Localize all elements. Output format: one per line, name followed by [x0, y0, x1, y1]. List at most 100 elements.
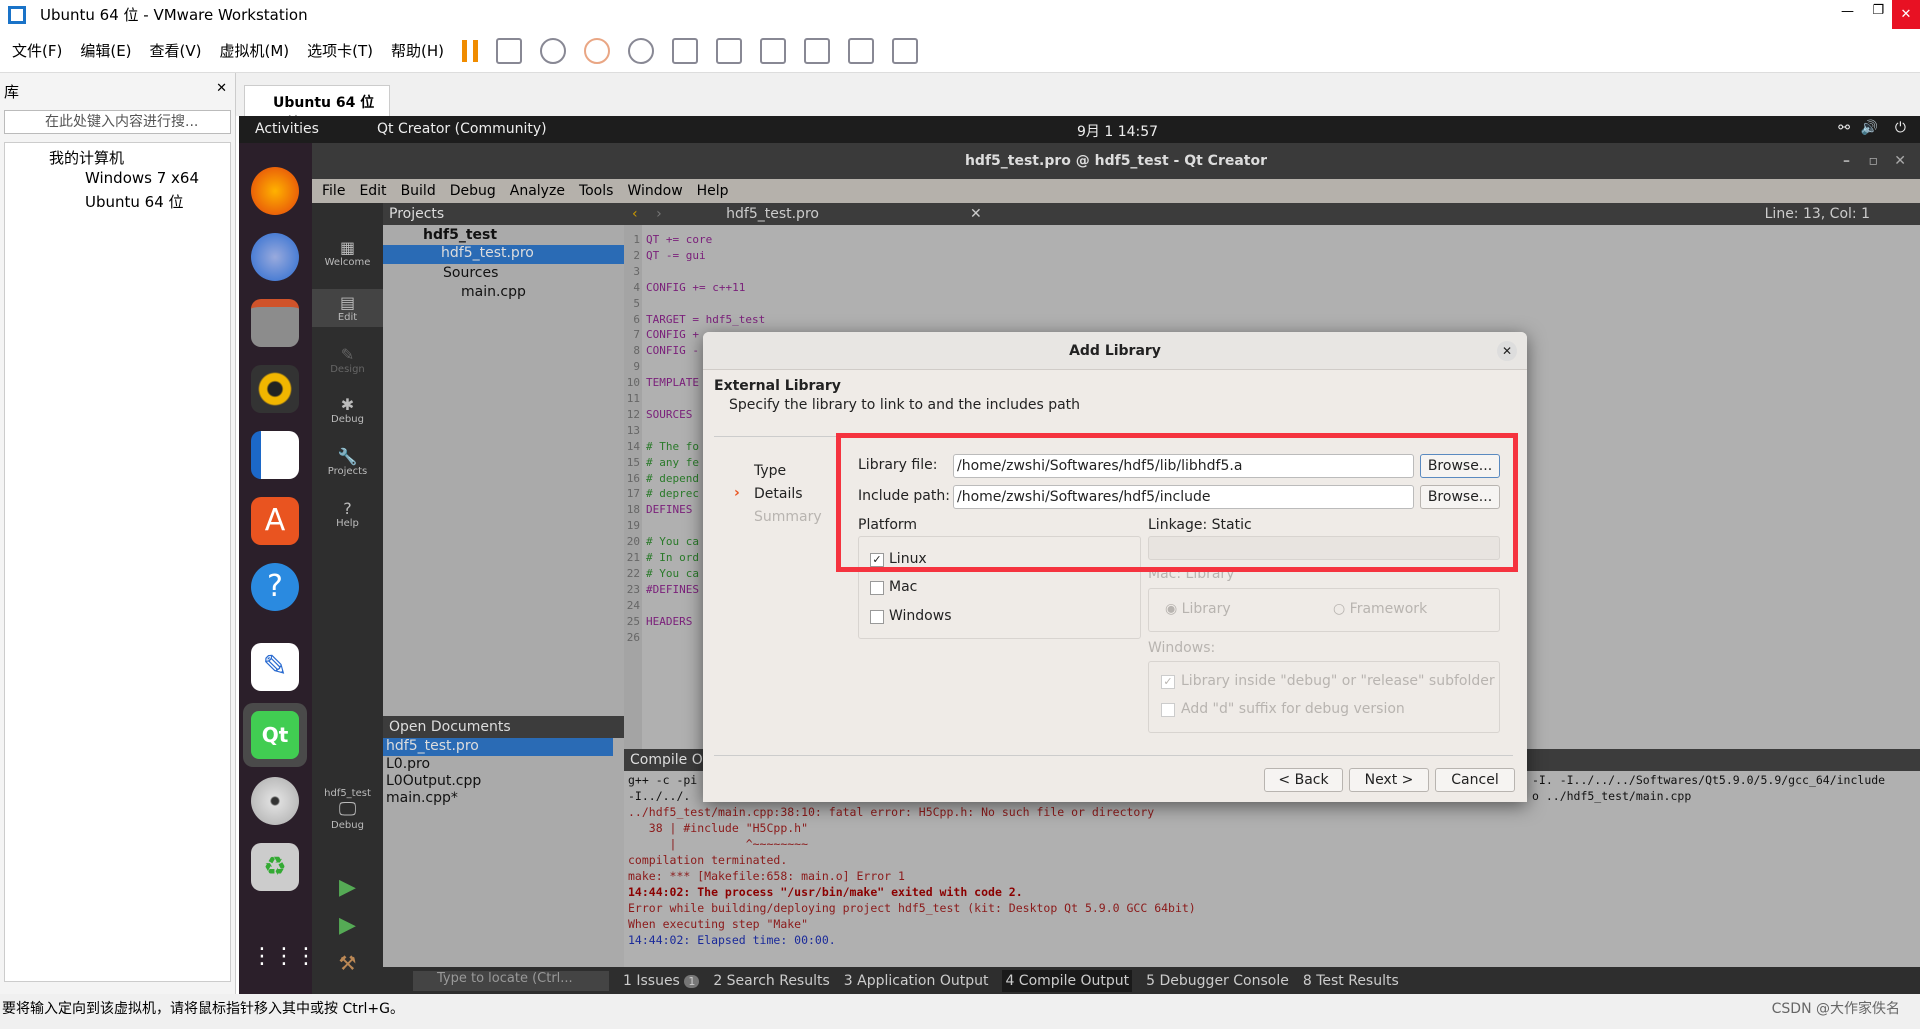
clock[interactable]: 9月 1 14:57 — [1077, 121, 1158, 141]
build-hammer-icon[interactable]: ⚒ — [312, 951, 383, 975]
library-radio[interactable]: ◉ Library — [1165, 601, 1231, 617]
tab-issues[interactable]: 1 Issues 1 — [623, 973, 700, 989]
tab-test-results[interactable]: 8 Test Results — [1303, 973, 1399, 989]
activities-button[interactable]: Activities — [255, 121, 319, 137]
mode-welcome[interactable]: ▦ Welcome — [312, 238, 383, 268]
menu-vm[interactable]: 虚拟机(M) — [220, 40, 290, 61]
tree-main-cpp[interactable]: main.cpp — [461, 284, 526, 300]
tab-compile-output[interactable]: 4 Compile Output — [1002, 969, 1133, 992]
qt-menu-file[interactable]: File — [322, 183, 345, 199]
minimize-button[interactable]: — — [1841, 4, 1854, 19]
console-icon[interactable] — [848, 37, 875, 64]
text-editor-icon[interactable]: ✎ — [251, 643, 299, 691]
tab-debugger-console[interactable]: 5 Debugger Console — [1146, 973, 1289, 989]
mode-help[interactable]: ? Help — [312, 499, 383, 529]
tree-pro-file[interactable]: hdf5_test.pro — [383, 245, 624, 264]
snapshot-manager-icon[interactable] — [628, 37, 655, 64]
debug-run-icon[interactable]: ▶ — [312, 913, 383, 938]
tree-my-computer[interactable]: 我的计算机 — [9, 147, 226, 169]
open-doc[interactable]: hdf5_test.pro — [383, 738, 613, 756]
tab-label: Ubuntu 64 位 — [273, 95, 375, 111]
libreoffice-writer-icon[interactable] — [251, 431, 299, 479]
restore-button[interactable]: ❐ — [1872, 3, 1884, 18]
tree-project[interactable]: hdf5_test — [423, 227, 497, 243]
tree-sources[interactable]: Sources — [443, 265, 498, 281]
power-icon[interactable]: ⏻ — [1895, 120, 1906, 136]
sidebar-toggle-icon[interactable] — [672, 37, 699, 64]
mode-debug[interactable]: ✱ Debug — [312, 395, 383, 425]
line-number: 5 — [633, 296, 640, 310]
mode-projects[interactable]: 🔧 Projects — [312, 447, 383, 477]
debug-subfolder-checkbox[interactable]: ✓ — [1161, 675, 1175, 689]
tab-search-results[interactable]: 2 Search Results — [713, 973, 829, 989]
open-doc[interactable]: main.cpp* — [386, 790, 458, 806]
qt-menu-build[interactable]: Build — [401, 183, 436, 199]
editor-file-name[interactable]: hdf5_test.pro — [726, 206, 819, 222]
tree-ubuntu[interactable]: Ubuntu 64 位 — [9, 191, 226, 213]
qt-close-button[interactable]: ✕ — [1894, 143, 1906, 179]
d-suffix-checkbox[interactable] — [1161, 703, 1175, 717]
qt-menu-window[interactable]: Window — [627, 183, 682, 199]
qt-menu-debug[interactable]: Debug — [450, 183, 496, 199]
windows-checkbox[interactable] — [870, 610, 884, 624]
close-button[interactable]: ✕ — [1892, 0, 1920, 29]
mac-checkbox[interactable] — [870, 581, 884, 595]
menu-view[interactable]: 查看(V) — [150, 40, 202, 61]
rhythmbox-icon[interactable] — [251, 365, 299, 413]
fullscreen-icon[interactable] — [760, 37, 787, 64]
help-icon[interactable]: ? — [251, 563, 299, 611]
code-line: 4 CONFIG += c++11 — [624, 281, 745, 297]
dialog-close-button[interactable]: ✕ — [1497, 341, 1517, 361]
volume-icon[interactable]: 🔊 — [1861, 120, 1878, 136]
app-menu[interactable]: Qt Creator (Community) — [377, 121, 547, 137]
qt-maximize-button[interactable]: ▫ — [1869, 143, 1879, 179]
mode-design[interactable]: ✎ Design — [312, 345, 383, 375]
snapshot-icon[interactable] — [540, 37, 567, 64]
dvd-icon[interactable] — [251, 777, 299, 825]
grid-icon: ▦ — [339, 238, 356, 257]
unity-icon[interactable] — [804, 37, 831, 64]
stretch-icon[interactable] — [892, 37, 919, 64]
locator-input[interactable]: Type to locate (Ctrl... — [413, 970, 609, 991]
output-line: -I. -I../../../Softwares/Qt5.9.0/5.9/gcc… — [1532, 773, 1886, 787]
network-icon[interactable]: ⚯ — [1838, 120, 1850, 136]
qt-menu-tools[interactable]: Tools — [579, 183, 614, 199]
qt-menu-edit[interactable]: Edit — [359, 183, 386, 199]
show-apps-icon[interactable]: ⋮⋮⋮ — [251, 933, 317, 981]
files-icon[interactable] — [251, 299, 299, 347]
library-close-icon[interactable]: ✕ — [216, 81, 227, 96]
next-button[interactable]: Next > — [1349, 768, 1429, 792]
trash-icon[interactable]: ♻ — [251, 843, 299, 891]
mode-edit[interactable]: ▤ Edit — [312, 289, 383, 327]
back-arrow-icon[interactable]: ‹ — [632, 206, 638, 222]
library-search[interactable]: 在此处键入内容进行搜... — [4, 110, 231, 134]
kit-selector[interactable]: hdf5_test 🖵 Debug — [312, 788, 383, 831]
menu-file[interactable]: 文件(F) — [12, 40, 62, 61]
line-number: 23 — [626, 582, 640, 596]
qt-menu-help[interactable]: Help — [697, 183, 729, 199]
qt-minimize-button[interactable]: – — [1843, 143, 1850, 179]
tab-application-output[interactable]: 3 Application Output — [844, 973, 989, 989]
software-icon[interactable]: A — [251, 497, 299, 545]
revert-snapshot-icon[interactable] — [584, 37, 611, 64]
cancel-button[interactable]: Cancel — [1435, 768, 1515, 792]
editor-close-icon[interactable]: ✕ — [970, 203, 982, 225]
menu-help[interactable]: 帮助(H) — [391, 40, 444, 61]
back-button[interactable]: < Back — [1264, 768, 1343, 792]
menu-edit[interactable]: 编辑(E) — [80, 40, 131, 61]
send-ctrl-alt-del-icon[interactable] — [496, 37, 523, 64]
open-doc[interactable]: L0.pro — [386, 756, 430, 772]
menu-tabs[interactable]: 选项卡(T) — [307, 40, 373, 61]
run-icon[interactable]: ▶ — [312, 875, 383, 900]
qt-creator-icon[interactable]: Qt — [243, 703, 307, 767]
thunderbird-icon[interactable] — [251, 233, 299, 281]
tree-windows7[interactable]: Windows 7 x64 — [9, 169, 226, 191]
forward-arrow-icon[interactable]: › — [656, 206, 662, 222]
open-doc[interactable]: L0Output.cpp — [386, 773, 481, 789]
tab-ubuntu[interactable]: Ubuntu 64 位✕ — [244, 85, 390, 128]
firefox-icon[interactable] — [251, 167, 299, 215]
qt-menu-analyze[interactable]: Analyze — [510, 183, 565, 199]
framework-radio[interactable]: ○ Framework — [1333, 601, 1427, 617]
thumbnail-icon[interactable] — [716, 37, 743, 64]
pause-icon[interactable] — [462, 39, 479, 62]
